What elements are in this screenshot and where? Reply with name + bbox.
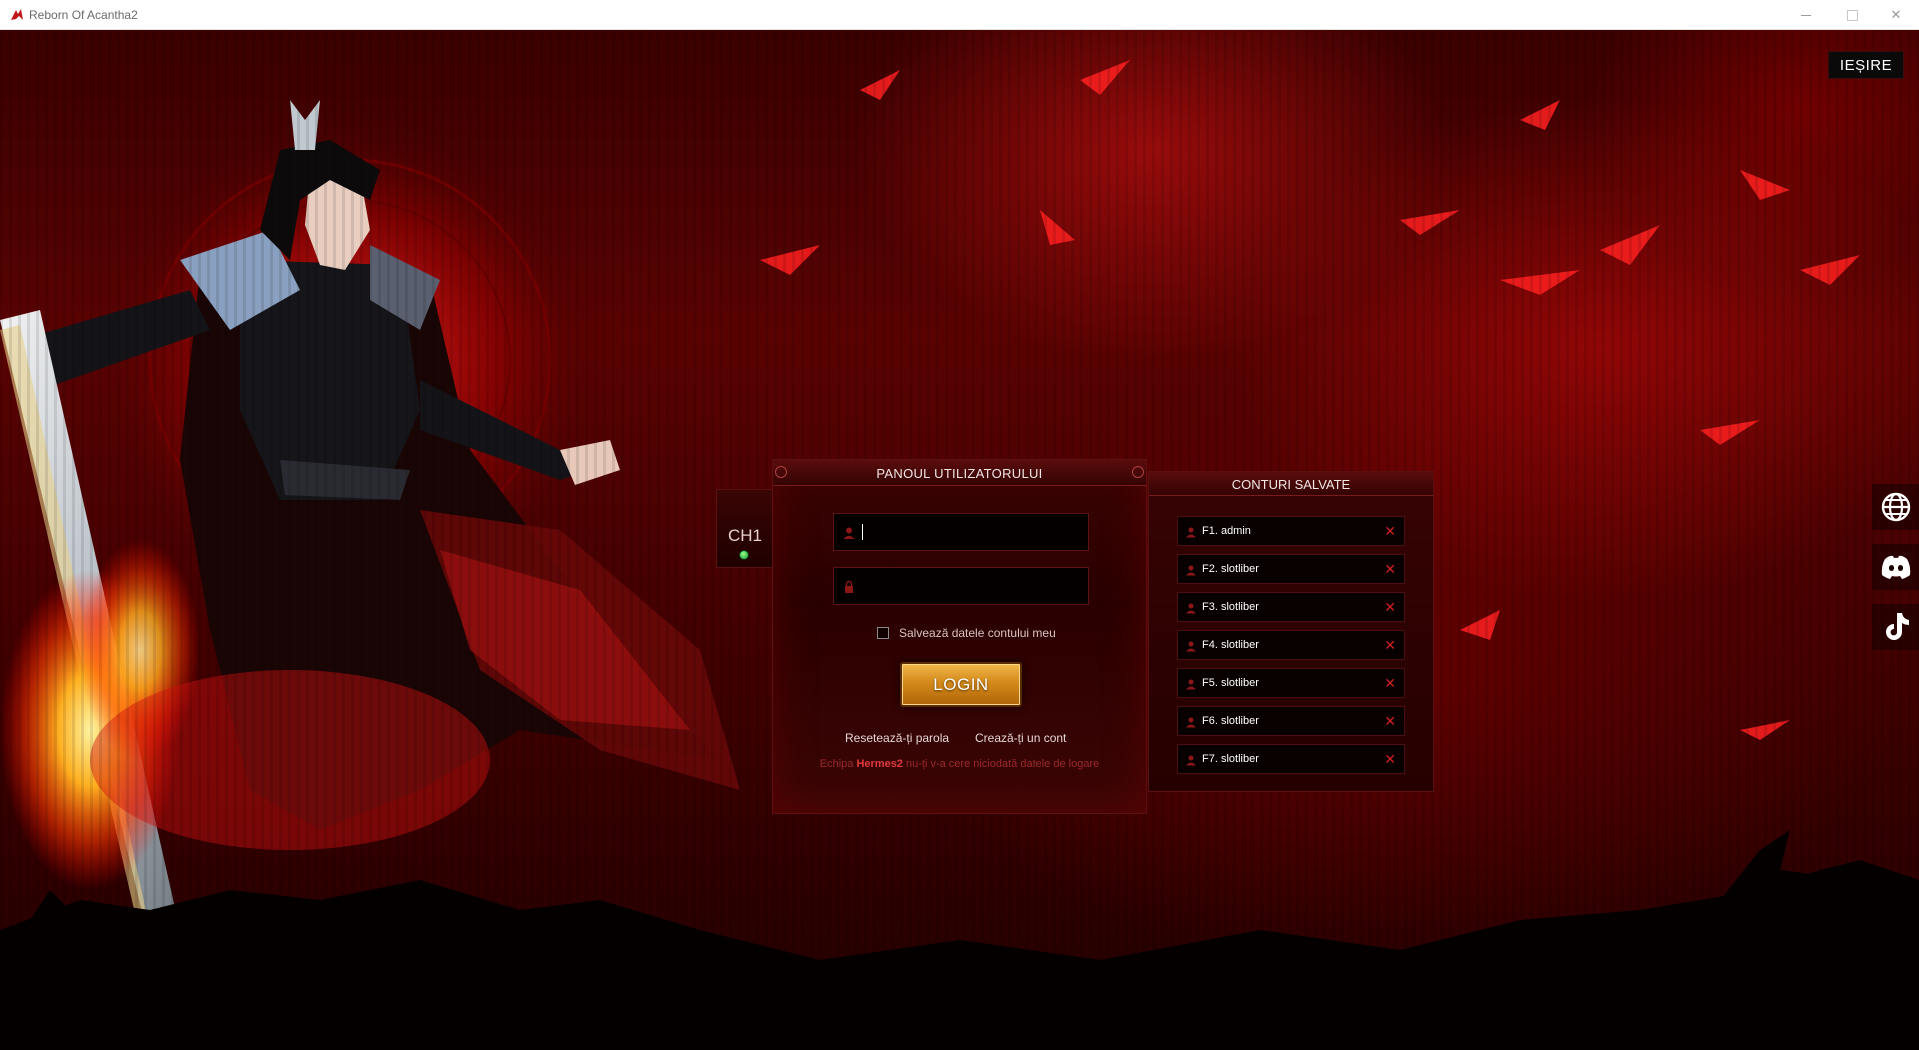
- delete-icon[interactable]: ✕: [1384, 637, 1396, 653]
- user-icon: [1186, 717, 1196, 728]
- password-input[interactable]: [860, 574, 1082, 600]
- saved-account-label: F7. slotliber: [1202, 753, 1259, 765]
- tiktok-link[interactable]: [1872, 604, 1919, 650]
- saved-account-slot[interactable]: F7. slotliber ✕: [1177, 744, 1405, 774]
- warning-prefix: Echipa: [819, 758, 857, 770]
- remember-label: Salvează datele contului meu: [899, 626, 1056, 640]
- username-field[interactable]: [833, 513, 1089, 551]
- warning-suffix: nu-ți v-a cere niciodată datele de logar…: [902, 758, 1100, 770]
- discord-link[interactable]: [1872, 544, 1919, 590]
- reset-password-link[interactable]: Resetează-ți parola: [845, 731, 949, 745]
- delete-icon[interactable]: ✕: [1384, 523, 1396, 539]
- launcher-stage: IEȘIRE CH1 PANOUL UTILIZATORULUI Salveaz…: [0, 30, 1919, 1050]
- saved-account-slot[interactable]: F3. slotliber ✕: [1177, 592, 1405, 622]
- saved-account-slot[interactable]: F1. admin ✕: [1177, 516, 1405, 546]
- saved-account-label: F2. slotliber: [1202, 563, 1259, 575]
- saved-account-label: F4. slotliber: [1202, 639, 1259, 651]
- delete-icon[interactable]: ✕: [1384, 599, 1396, 615]
- saved-accounts-panel: CONTURI SALVATE F1. admin ✕ F2. slotlibe…: [1148, 471, 1434, 792]
- saved-accounts-header: CONTURI SALVATE: [1149, 472, 1433, 496]
- lock-icon: [845, 580, 853, 593]
- login-panel-header: PANOUL UTILIZATORULUI: [773, 460, 1146, 486]
- app-icon: [11, 9, 23, 20]
- user-icon: [843, 527, 855, 539]
- delete-icon[interactable]: ✕: [1384, 675, 1396, 691]
- user-icon: [1186, 679, 1196, 690]
- warning-brand: Hermes2: [856, 758, 903, 770]
- close-button[interactable]: ✕: [1873, 0, 1919, 30]
- delete-icon[interactable]: ✕: [1384, 751, 1396, 767]
- remember-checkbox[interactable]: [877, 627, 889, 639]
- exit-button[interactable]: IEȘIRE: [1828, 51, 1904, 79]
- user-icon: [1186, 527, 1196, 538]
- saved-account-label: F6. slotliber: [1202, 715, 1259, 727]
- minimize-button[interactable]: [1783, 0, 1829, 30]
- window-titlebar: Reborn Of Acantha2 ✕: [0, 0, 1919, 30]
- remember-option[interactable]: Salvează datele contului meu: [877, 626, 1056, 640]
- user-icon: [1186, 565, 1196, 576]
- login-panel-title: PANOUL UTILIZATORULUI: [876, 466, 1043, 481]
- window-title: Reborn Of Acantha2: [29, 8, 138, 22]
- saved-accounts-title: CONTURI SALVATE: [1231, 477, 1351, 492]
- user-icon: [1186, 641, 1196, 652]
- login-panel: PANOUL UTILIZATORULUI Salvează datele co…: [772, 459, 1147, 814]
- user-icon: [1186, 755, 1196, 766]
- security-warning: Echipa Hermes2 nu-ți v-a cere niciodată …: [773, 758, 1146, 770]
- saved-account-label: F5. slotliber: [1202, 677, 1259, 689]
- ornament-icon: [1132, 466, 1144, 478]
- discord-icon: [1881, 555, 1910, 579]
- delete-icon[interactable]: ✕: [1384, 561, 1396, 577]
- saved-account-slot[interactable]: F4. slotliber ✕: [1177, 630, 1405, 660]
- delete-icon[interactable]: ✕: [1384, 713, 1396, 729]
- channel-status-indicator: [739, 550, 749, 560]
- create-account-link[interactable]: Crează-ți un cont: [975, 731, 1066, 745]
- username-input[interactable]: [860, 520, 1082, 546]
- login-button[interactable]: LOGIN: [900, 662, 1022, 707]
- tiktok-icon: [1885, 613, 1909, 640]
- saved-account-label: F3. slotliber: [1202, 601, 1259, 613]
- maximize-button[interactable]: [1829, 0, 1875, 30]
- saved-account-label: F1. admin: [1202, 525, 1251, 537]
- globe-icon: [1881, 492, 1910, 522]
- saved-account-slot[interactable]: F2. slotliber ✕: [1177, 554, 1405, 584]
- website-link[interactable]: [1872, 484, 1919, 530]
- saved-account-slot[interactable]: F5. slotliber ✕: [1177, 668, 1405, 698]
- saved-accounts-list: F1. admin ✕ F2. slotliber ✕ F3. slotlibe…: [1177, 516, 1405, 782]
- user-icon: [1186, 603, 1196, 614]
- saved-account-slot[interactable]: F6. slotliber ✕: [1177, 706, 1405, 736]
- password-field[interactable]: [833, 567, 1089, 605]
- channel-selector[interactable]: CH1: [716, 489, 772, 568]
- channel-label: CH1: [727, 526, 762, 545]
